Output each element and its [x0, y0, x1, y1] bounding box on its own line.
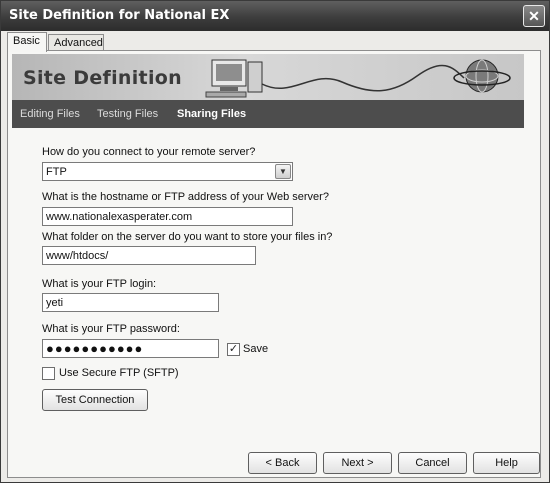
sftp-checkbox[interactable]	[42, 367, 55, 380]
back-button[interactable]: < Back	[248, 452, 317, 474]
cancel-button[interactable]: Cancel	[398, 452, 467, 474]
next-button[interactable]: Next >	[323, 452, 392, 474]
tab-advanced[interactable]: Advanced	[48, 34, 104, 51]
test-connection-button[interactable]: Test Connection	[42, 389, 148, 411]
login-question: What is your FTP login:	[42, 278, 157, 290]
banner-title: Site Definition	[23, 67, 182, 89]
subnav-editing-files[interactable]: Editing Files	[20, 108, 80, 120]
subnav-sharing-files[interactable]: Sharing Files	[177, 108, 246, 120]
chevron-down-icon[interactable]: ▼	[275, 164, 291, 179]
close-icon: ✕	[528, 8, 540, 24]
folder-question: What folder on the server do you want to…	[42, 231, 333, 243]
basic-panel: Site Definition Editing Files Testing Fi…	[7, 50, 541, 478]
tab-basic[interactable]: Basic	[7, 32, 47, 52]
window-title: Site Definition for National EX	[9, 8, 230, 23]
password-question: What is your FTP password:	[42, 323, 180, 335]
title-bar[interactable]: Site Definition for National EX ✕	[1, 1, 549, 31]
connection-type-value: FTP	[46, 166, 67, 178]
sub-navigation: Editing Files Testing Files Sharing File…	[12, 100, 524, 128]
close-button[interactable]: ✕	[523, 5, 545, 27]
site-definition-dialog: Site Definition for National EX ✕ Basic …	[0, 0, 550, 483]
subnav-testing-files[interactable]: Testing Files	[97, 108, 158, 120]
folder-input[interactable]: www/htdocs/	[42, 246, 256, 265]
host-question: What is the hostname or FTP address of y…	[42, 191, 329, 203]
save-password-label: Save	[243, 343, 269, 355]
login-input[interactable]: yeti	[42, 293, 219, 312]
host-input[interactable]: www.nationalexasperater.com	[42, 207, 293, 226]
checkmark-icon: ✓	[228, 343, 239, 355]
password-input[interactable]: ●●●●●●●●●●●	[42, 339, 219, 358]
connection-type-select[interactable]: FTP ▼	[42, 162, 293, 181]
banner: Site Definition	[12, 54, 524, 100]
sftp-label: Use Secure FTP (SFTP)	[59, 367, 179, 379]
connect-question: How do you connect to your remote server…	[42, 146, 256, 158]
network-illustration-icon	[205, 59, 511, 98]
save-password-checkbox[interactable]: ✓	[227, 343, 240, 356]
help-button[interactable]: Help	[473, 452, 540, 474]
